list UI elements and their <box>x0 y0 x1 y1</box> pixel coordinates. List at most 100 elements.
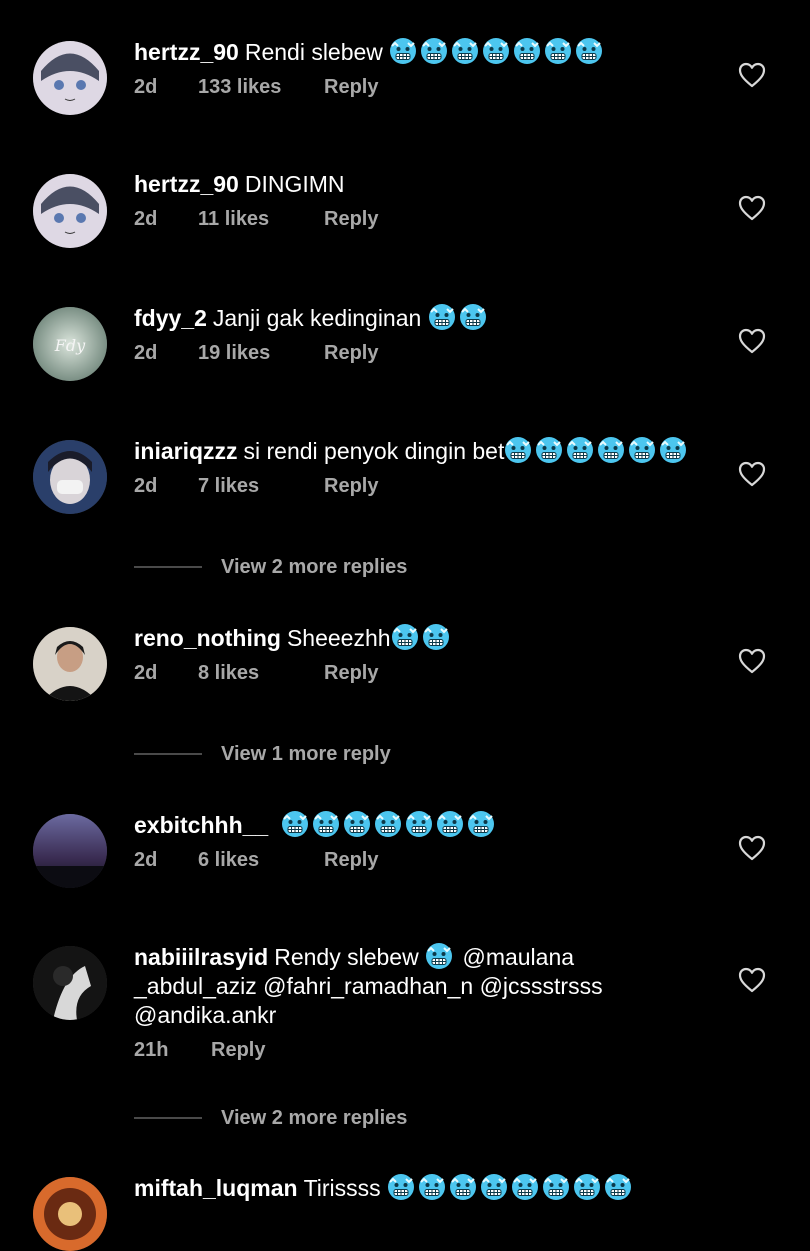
comment-text: Tirissss <box>303 1175 388 1201</box>
cold-face-emoji <box>604 1173 632 1201</box>
comment-username[interactable]: iniariqzzz <box>134 438 238 464</box>
divider <box>134 753 202 755</box>
emoji-group <box>428 305 490 331</box>
view-more-replies-label[interactable]: View 2 more replies <box>221 552 407 582</box>
like-heart-icon[interactable] <box>738 62 766 88</box>
svg-text:Fdy: Fdy <box>54 336 86 355</box>
avatar[interactable] <box>33 627 107 701</box>
cold-face-emoji <box>659 436 687 464</box>
comment-timestamp: 2d <box>134 662 158 684</box>
reply-button[interactable]: Reply <box>324 849 378 872</box>
comment-username[interactable]: reno_nothing <box>134 625 281 651</box>
view-more-replies[interactable]: View 2 more replies <box>134 552 734 582</box>
likes-count[interactable]: 19 likes <box>198 342 324 365</box>
cold-face-emoji <box>387 1173 415 1201</box>
reply-button[interactable]: Reply <box>211 1039 265 1062</box>
comment-timestamp: 2d <box>134 342 158 364</box>
like-heart-icon[interactable] <box>738 967 766 993</box>
like-heart-icon[interactable] <box>738 648 766 674</box>
likes-count[interactable]: 6 likes <box>198 849 324 872</box>
comment-text-line[interactable]: @andika.ankr <box>134 1001 700 1030</box>
comment-username[interactable]: hertzz_90 <box>134 171 239 197</box>
reply-button[interactable]: Reply <box>324 76 378 99</box>
comment-timestamp: 2d <box>134 76 158 98</box>
comment-text: si rendi penyok dingin bet <box>243 438 505 464</box>
cold-face-emoji <box>459 303 487 331</box>
avatar[interactable] <box>33 174 107 248</box>
comment-text: Rendi slebew <box>244 39 390 65</box>
cold-face-emoji <box>436 810 464 838</box>
avatar[interactable] <box>33 814 107 888</box>
comment-username[interactable]: hertzz_90 <box>134 39 239 65</box>
cold-face-emoji <box>482 37 510 65</box>
mention-link[interactable]: @maulana <box>462 944 574 970</box>
comment-timestamp: 2d <box>134 849 158 871</box>
cold-face-emoji <box>312 810 340 838</box>
comment-text: Sheeezhh <box>286 625 391 651</box>
comment-text-line[interactable]: _abdul_aziz @fahri_ramadhan_n @jcssstrss… <box>134 972 700 1001</box>
comment-timestamp: 2d <box>134 208 158 230</box>
cold-face-emoji <box>597 436 625 464</box>
comment-timestamp: 2d <box>134 475 158 497</box>
reply-button[interactable]: Reply <box>324 475 378 498</box>
like-heart-icon[interactable] <box>738 835 766 861</box>
likes-count[interactable]: 133 likes <box>198 76 324 99</box>
like-heart-icon[interactable] <box>738 328 766 354</box>
cold-face-emoji <box>374 810 402 838</box>
emoji-group <box>389 39 606 65</box>
cold-face-emoji <box>422 623 450 651</box>
comment-text: DINGIMN <box>244 171 345 197</box>
comment-text: Rendy slebew <box>274 944 426 970</box>
cold-face-emoji <box>566 436 594 464</box>
likes-count[interactable]: 11 likes <box>198 208 324 231</box>
comment-username[interactable]: exbitchhh__ <box>134 812 268 838</box>
cold-face-emoji <box>542 1173 570 1201</box>
like-heart-icon[interactable] <box>738 195 766 221</box>
avatar[interactable]: Fdy <box>33 307 107 381</box>
reply-button[interactable]: Reply <box>324 662 378 685</box>
view-more-replies-label[interactable]: View 1 more reply <box>221 739 391 769</box>
emoji-group <box>387 1175 635 1201</box>
cold-face-emoji <box>535 436 563 464</box>
cold-face-emoji <box>428 303 456 331</box>
cold-face-emoji <box>391 623 419 651</box>
cold-face-emoji <box>343 810 371 838</box>
cold-face-emoji <box>511 1173 539 1201</box>
cold-face-emoji <box>420 37 448 65</box>
comment-username[interactable]: nabiiilrasyid <box>134 944 268 970</box>
cold-face-emoji <box>467 810 495 838</box>
reply-button[interactable]: Reply <box>324 342 378 365</box>
divider <box>134 1117 202 1119</box>
reply-button[interactable]: Reply <box>324 208 378 231</box>
cold-face-emoji <box>575 37 603 65</box>
cold-face-emoji <box>449 1173 477 1201</box>
avatar[interactable] <box>33 946 107 1020</box>
likes-count[interactable]: 8 likes <box>198 662 324 685</box>
cold-face-emoji <box>425 942 453 970</box>
cold-face-emoji <box>573 1173 601 1201</box>
cold-face-emoji <box>281 810 309 838</box>
comment-text: Janji gak kedinginan <box>212 305 428 331</box>
cold-face-emoji <box>504 436 532 464</box>
comment-username[interactable]: miftah_luqman <box>134 1175 298 1201</box>
avatar[interactable] <box>33 41 107 115</box>
view-more-replies[interactable]: View 2 more replies <box>134 1103 734 1133</box>
cold-face-emoji <box>513 37 541 65</box>
avatar[interactable] <box>33 1177 107 1251</box>
likes-count[interactable]: 7 likes <box>198 475 324 498</box>
view-more-replies-label[interactable]: View 2 more replies <box>221 1103 407 1133</box>
cold-face-emoji <box>480 1173 508 1201</box>
cold-face-emoji <box>451 37 479 65</box>
like-heart-icon[interactable] <box>738 461 766 487</box>
cold-face-emoji <box>544 37 572 65</box>
divider <box>134 566 202 568</box>
view-more-replies[interactable]: View 1 more reply <box>134 739 734 769</box>
emoji-group <box>281 812 498 838</box>
cold-face-emoji <box>405 810 433 838</box>
comment-username[interactable]: fdyy_2 <box>134 305 207 331</box>
cold-face-emoji <box>418 1173 446 1201</box>
emoji-group <box>504 438 690 464</box>
cold-face-emoji <box>389 37 417 65</box>
comment-timestamp: 21h <box>134 1039 169 1061</box>
avatar[interactable] <box>33 440 107 514</box>
